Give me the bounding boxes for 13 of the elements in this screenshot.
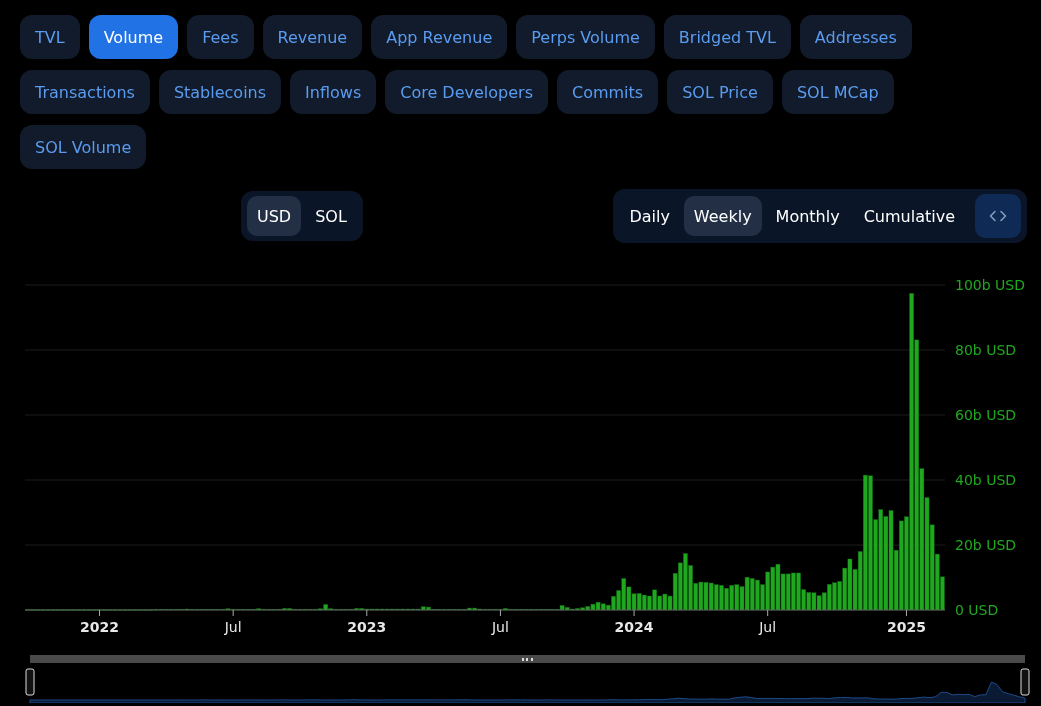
axis-label: 40b USD [955,472,1017,488]
axis-label: 80b USD [955,342,1017,358]
axis-label: 0 USD [955,602,999,618]
axis-label: Jul [224,619,242,635]
axis-label: 2024 [614,619,654,635]
axis-label: Jul [759,619,777,635]
axis-label: 100b USD [955,277,1025,293]
axis-label: 20b USD [955,537,1017,553]
axis-label: 60b USD [955,407,1017,423]
axis-label: 2022 [80,619,119,635]
axis-label: 2025 [886,619,926,635]
axis-label: Jul [491,619,509,635]
axis-label: 2023 [347,619,387,635]
